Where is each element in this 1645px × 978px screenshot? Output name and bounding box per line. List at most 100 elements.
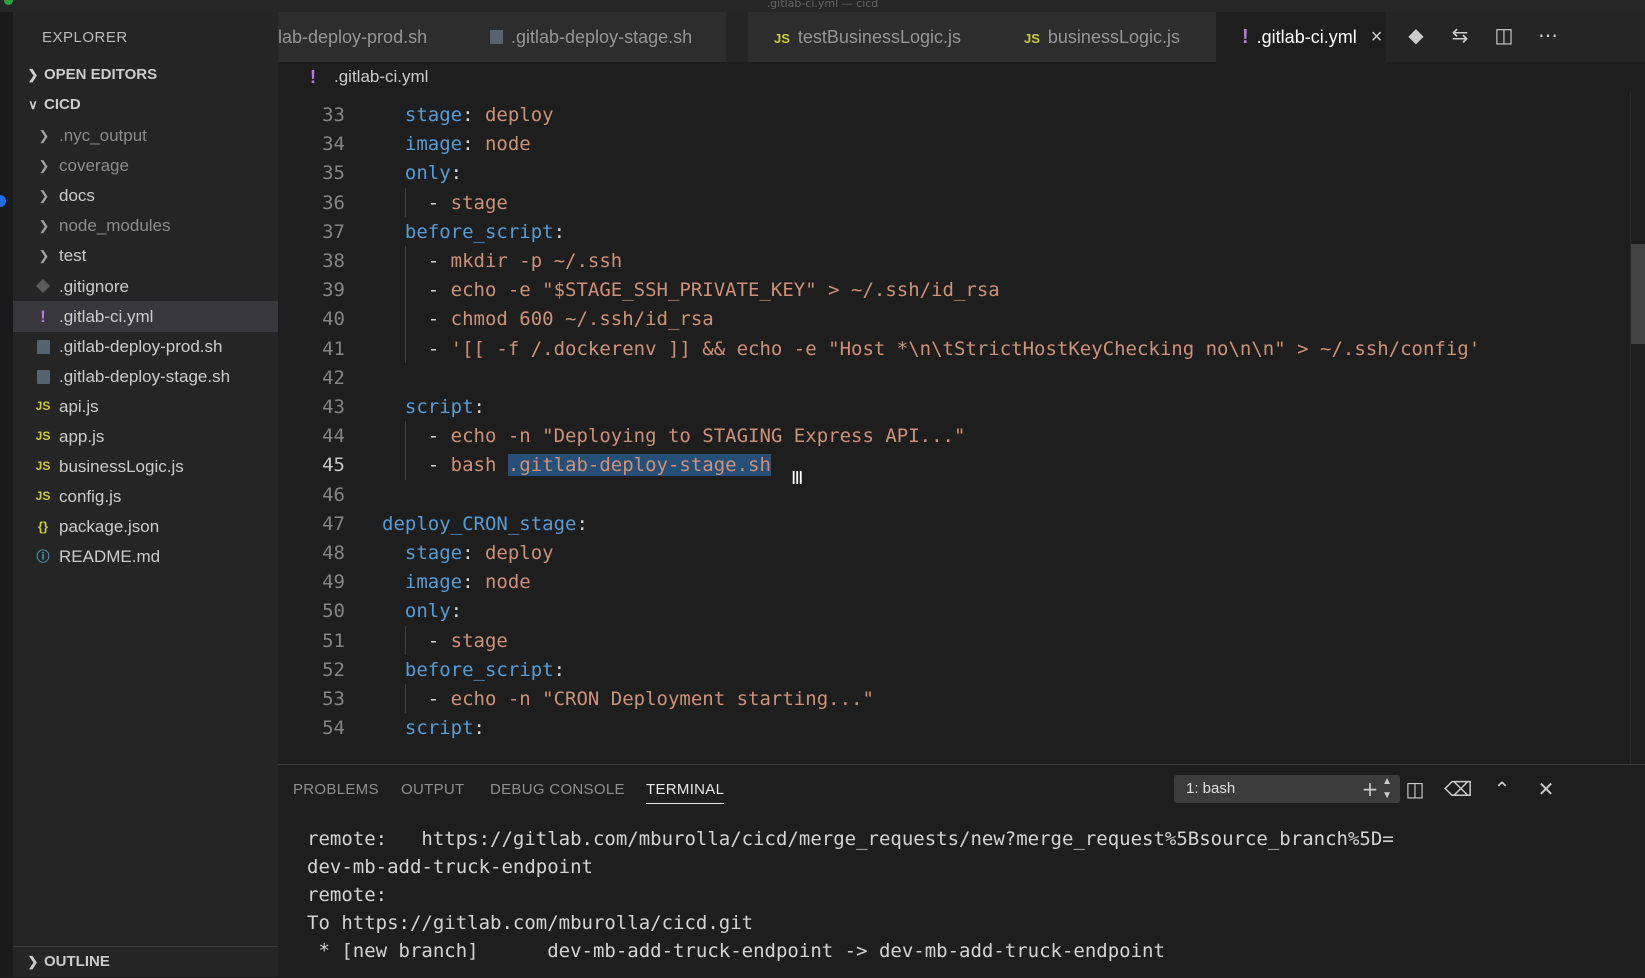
code-line[interactable]: 43 script: xyxy=(278,392,1645,422)
line-number: 50 xyxy=(322,600,345,623)
code-token: : xyxy=(473,717,485,740)
line-number: 45 xyxy=(322,454,345,477)
code-line[interactable]: 34 image: node xyxy=(278,129,1645,159)
terminal-line: * [new branch] dev-mb-add-truck-endpoint… xyxy=(307,940,1165,962)
code-line[interactable]: 45 - bash .gitlab-deploy-stage.sh xyxy=(278,450,1645,480)
code-text: stage: deploy xyxy=(382,538,554,568)
code-line[interactable]: 44 - echo -n "Deploying to STAGING Expre… xyxy=(278,421,1645,451)
code-token: : xyxy=(450,162,463,185)
code-line[interactable]: 54 script: xyxy=(278,713,1645,743)
code-text: image: node xyxy=(382,567,531,597)
tree-item[interactable]: .gitignore xyxy=(13,271,278,302)
js-file-icon: JS xyxy=(774,31,790,46)
split-terminal-icon[interactable]: ◫ xyxy=(1401,775,1429,803)
terminal-line: remote: xyxy=(307,884,388,906)
git-compare-icon[interactable]: ◆ xyxy=(1402,22,1430,50)
more-actions-icon[interactable]: ⋯ xyxy=(1534,22,1562,50)
yml-file-icon: ! xyxy=(310,67,316,87)
breadcrumb[interactable]: ! .gitlab-ci.yml xyxy=(278,62,1645,92)
json-file-icon: {} xyxy=(37,519,49,535)
terminal-output[interactable]: remote: https://gitlab.com/mburolla/cicd… xyxy=(307,825,1627,978)
tree-item[interactable]: ❯ docs xyxy=(13,180,278,211)
window-control-icon[interactable] xyxy=(4,0,13,5)
code-line[interactable]: 40 - chmod 600 ~/.ssh/id_rsa xyxy=(278,304,1645,334)
code-token: : xyxy=(462,571,485,594)
line-number: 38 xyxy=(322,250,345,272)
tree-item[interactable]: ! .gitlab-ci.yml xyxy=(13,300,278,332)
tab-2[interactable]: JS testBusinessLogic.js xyxy=(748,12,998,62)
tree-item[interactable]: .gitlab-deploy-stage.sh xyxy=(13,361,278,392)
panel-tab-debug-console[interactable]: DEBUG CONSOLE xyxy=(490,781,625,798)
editor-scrollbar[interactable] xyxy=(1630,92,1645,764)
panel-tab-output[interactable]: OUTPUT xyxy=(401,781,464,798)
tree-item[interactable]: JS api.js xyxy=(13,391,278,422)
code-token: image xyxy=(404,133,463,156)
tree-item-label: README.md xyxy=(59,547,161,567)
code-line[interactable]: 46 xyxy=(278,480,1645,510)
panel-tab-terminal[interactable]: TERMINAL xyxy=(646,781,725,804)
code-text: - stage xyxy=(382,626,508,656)
outline-section[interactable]: ❯ OUTLINE xyxy=(13,946,278,977)
selected-text: .gitlab-deploy-stage.sh xyxy=(507,454,771,477)
tree-item[interactable]: JS config.js xyxy=(13,481,278,512)
terminal-line: To https://gitlab.com/mburolla/cicd.git xyxy=(307,912,754,934)
close-panel-icon[interactable]: ✕ xyxy=(1532,775,1560,803)
code-token: : xyxy=(473,396,485,418)
code-line[interactable]: 38 - mkdir -p ~/.ssh xyxy=(278,246,1645,276)
tab-3[interactable]: JS businessLogic.js xyxy=(998,12,1216,62)
code-line[interactable]: 35 only: xyxy=(278,158,1645,188)
code-line[interactable]: 52 before_script: xyxy=(278,655,1645,685)
code-token: bash xyxy=(450,454,508,477)
tab-label: testBusinessLogic.js xyxy=(797,27,961,47)
open-changes-icon[interactable]: ⇆ xyxy=(1446,22,1474,50)
tree-item[interactable]: ❯ node_modules xyxy=(13,210,278,241)
tree-item[interactable]: ❯ test xyxy=(13,240,278,271)
code-line[interactable]: 51 - stage xyxy=(278,626,1645,656)
tree-item[interactable]: ❯ .nyc_output xyxy=(13,120,278,151)
code-line[interactable]: 33 stage: deploy xyxy=(278,100,1645,130)
yml-file-icon: ! xyxy=(40,306,46,326)
line-number: 36 xyxy=(322,191,345,214)
tree-item-label: coverage xyxy=(59,156,129,176)
code-text: before_script: xyxy=(382,655,565,685)
maximize-panel-icon[interactable]: ⌃ xyxy=(1488,775,1516,803)
tab-1[interactable]: .gitlab-deploy-stage.sh xyxy=(464,12,726,62)
tree-item[interactable]: JS businessLogic.js xyxy=(13,451,278,482)
code-line[interactable]: 39 - echo -e "$STAGE_SSH_PRIVATE_KEY" > … xyxy=(278,275,1645,305)
code-line[interactable]: 50 only: xyxy=(278,596,1645,626)
cicd-folder-section[interactable]: ∨ CICD xyxy=(13,90,278,120)
tab-0[interactable]: lab-deploy-prod.sh xyxy=(278,12,464,62)
code-editor[interactable]: 33 stage: deploy 34 image: node 35 only: 36… xyxy=(278,92,1645,764)
code-line[interactable]: 36 - stage xyxy=(278,188,1645,218)
code-line[interactable]: 37 before_script: xyxy=(278,217,1645,247)
tree-item[interactable]: .gitlab-deploy-prod.sh xyxy=(13,331,278,362)
tree-item[interactable]: ⓘ README.md xyxy=(13,541,278,572)
code-token: before_script xyxy=(404,220,554,243)
code-line[interactable]: 48 stage: deploy xyxy=(278,538,1645,568)
code-line[interactable]: 41 - '[[ -f /.dockerenv ]] && echo -e "H… xyxy=(278,334,1645,364)
tree-item[interactable]: JS app.js xyxy=(13,421,278,452)
code-line[interactable]: 47 deploy_CRON_stage: xyxy=(278,509,1645,539)
indent-guide xyxy=(405,187,406,217)
close-icon[interactable]: × xyxy=(1371,26,1383,48)
code-text: - echo -e "$STAGE_SSH_PRIVATE_KEY" > ~/.… xyxy=(382,275,1000,305)
code-line[interactable]: 42 xyxy=(278,363,1645,393)
code-token: only xyxy=(404,162,451,185)
line-number: 35 xyxy=(322,162,345,185)
text-cursor-icon: Ⅲ xyxy=(791,468,804,489)
code-line[interactable]: 53 - echo -n "CRON Deployment starting..… xyxy=(278,684,1645,714)
split-editor-icon[interactable]: ◫ xyxy=(1490,22,1518,50)
breadcrumb-file[interactable]: .gitlab-ci.yml xyxy=(334,62,428,92)
new-terminal-icon[interactable]: + xyxy=(1356,775,1384,803)
scrollbar-thumb[interactable] xyxy=(1631,244,1645,344)
tree-item[interactable]: ❯ coverage xyxy=(13,150,278,181)
panel-tab-problems[interactable]: PROBLEMS xyxy=(293,781,379,798)
code-line[interactable]: 49 image: node xyxy=(278,567,1645,597)
chevron-right-icon: ❯ xyxy=(38,188,50,204)
tab-4[interactable]: ! .gitlab-ci.yml × xyxy=(1216,12,1386,62)
trash-icon[interactable]: ⌫ xyxy=(1444,775,1472,803)
tree-item[interactable]: {} package.json xyxy=(13,511,278,542)
open-editors-section[interactable]: ❯ OPEN EDITORS xyxy=(13,60,278,90)
tree-item-label: package.json xyxy=(59,517,160,537)
